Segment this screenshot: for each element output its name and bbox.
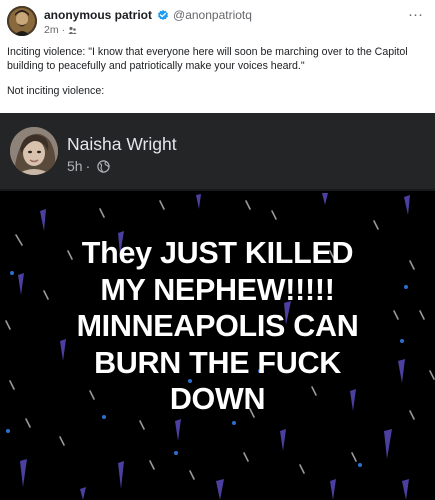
post-paragraph: Inciting violence: "I know that everyone… — [7, 46, 408, 72]
story-caption-line: They JUST KILLED — [81, 236, 354, 270]
embedded-meta-separator: · — [85, 158, 91, 174]
more-options-icon[interactable]: ··· — [408, 6, 423, 23]
story-caption: They JUST KILLED MY NEPHEW!!!!! MINNEAPO… — [0, 235, 435, 418]
post-header: anonymous patriot @anonpatriotq 2m · ··· — [0, 0, 435, 42]
story-caption-line: DOWN — [169, 382, 266, 416]
post-meta: 2m · — [44, 24, 77, 36]
author-avatar[interactable] — [7, 6, 37, 36]
story-caption-line: BURN THE FUCK — [94, 345, 341, 380]
audience-icon[interactable] — [68, 26, 77, 35]
embedded-post-time[interactable]: 5h — [67, 158, 83, 174]
embedded-post-header: Naisha Wright 5h · — [0, 113, 435, 189]
post-paragraph: Not inciting violence: — [7, 85, 105, 97]
embedded-author-name[interactable]: Naisha Wright — [67, 134, 177, 155]
embedded-post[interactable]: Naisha Wright 5h · They JUST KILLED MY N… — [0, 113, 435, 500]
verified-badge-icon — [157, 9, 169, 21]
post-time[interactable]: 2m — [44, 24, 59, 36]
post-body: Inciting violence: "I know that everyone… — [7, 45, 427, 109]
embedded-post-meta: 5h · — [67, 158, 110, 174]
author-handle[interactable]: @anonpatriotq — [173, 8, 252, 22]
globe-icon — [97, 159, 110, 173]
story-caption-line: MINNEAPOLIS CAN — [76, 309, 359, 343]
story-image[interactable]: They JUST KILLED MY NEPHEW!!!!! MINNEAPO… — [0, 191, 435, 500]
author-name[interactable]: anonymous patriot — [44, 8, 152, 22]
story-caption-line: MY NEPHEW!!!!! — [100, 272, 335, 307]
embedded-author-avatar[interactable] — [10, 127, 58, 175]
author-line: anonymous patriot @anonpatriotq — [44, 8, 252, 22]
meta-separator: · — [61, 24, 66, 36]
